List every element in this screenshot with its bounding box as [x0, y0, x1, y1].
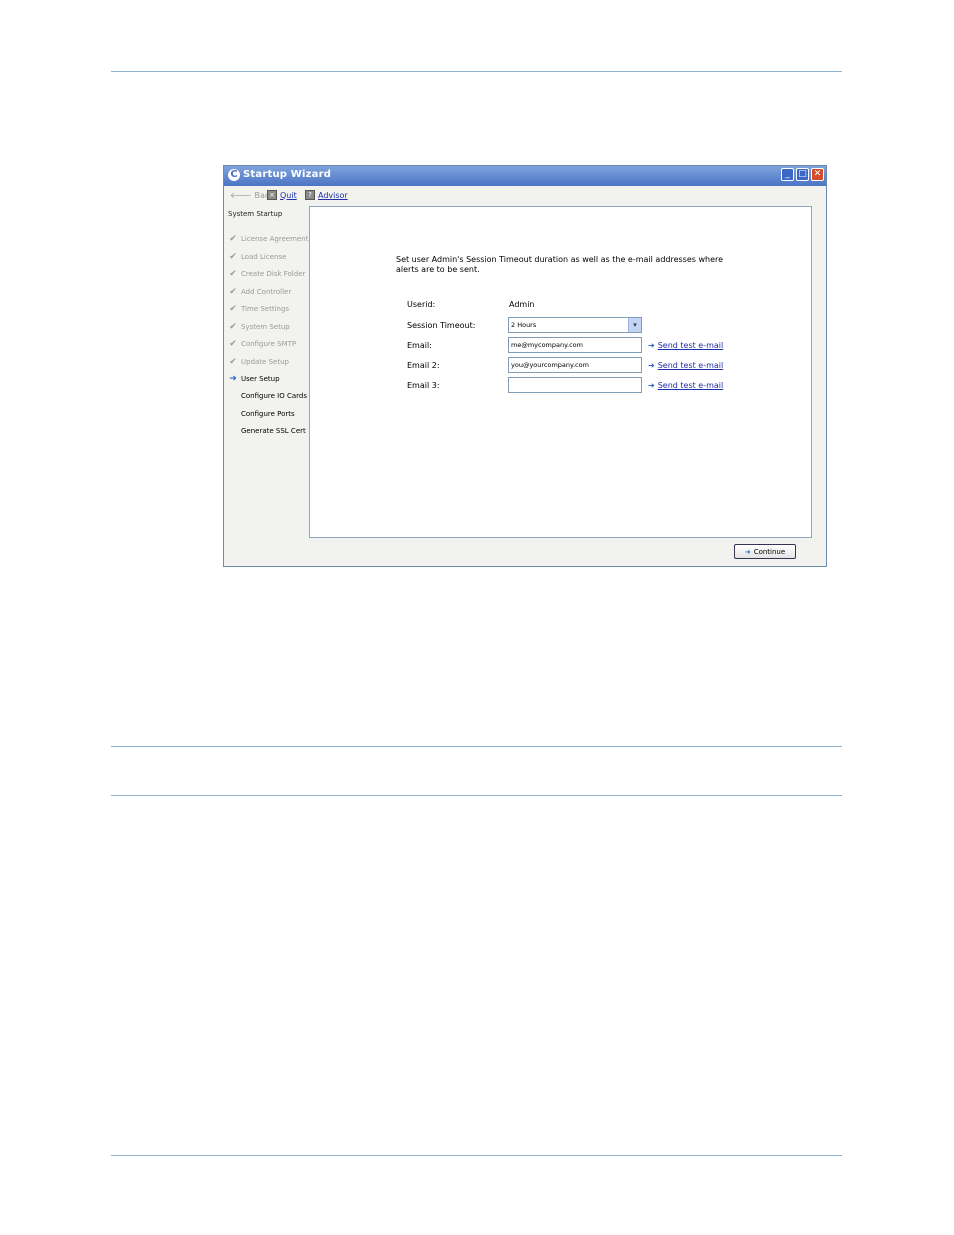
startup-wizard-window: C Startup Wizard _ □ ✕ 🡐 Back × Quit ? A… [223, 165, 827, 567]
sidebar-step-label: Configure IO Cards [241, 392, 307, 400]
sidebar-step-system-setup[interactable]: ✔ System Setup [228, 322, 290, 332]
sidebar-step-user-setup[interactable]: ➜ User Setup [228, 374, 280, 384]
advisor-button[interactable]: ? Advisor [305, 190, 348, 200]
close-button[interactable]: ✕ [811, 168, 824, 181]
check-icon: ✔ [229, 339, 237, 349]
intro-text: Set user Admin's Session Timeout duratio… [396, 255, 724, 274]
arrow-right-icon: ➜ [648, 341, 655, 350]
section-rule-top [111, 746, 842, 747]
sidebar-step-label: Generate SSL Cert [241, 427, 306, 435]
continue-label: Continue [753, 547, 786, 556]
check-icon: ✔ [229, 269, 237, 279]
minimize-button[interactable]: _ [781, 168, 794, 181]
sidebar-step-label: Add Controller [241, 288, 292, 296]
sidebar-step-update-setup[interactable]: ✔ Update Setup [228, 357, 289, 367]
session-timeout-select[interactable]: 2 Hours ▾ [508, 317, 642, 333]
email3-field[interactable] [508, 377, 642, 393]
arrow-right-icon: ➜ [229, 374, 237, 384]
session-timeout-label: Session Timeout: [407, 321, 476, 330]
advisor-icon: ? [305, 190, 315, 200]
check-icon: ✔ [229, 322, 237, 332]
advisor-link[interactable]: Advisor [318, 191, 348, 200]
email2-label: Email 2: [407, 361, 440, 370]
toolbar: 🡐 Back × Quit ? Advisor [224, 187, 826, 205]
sidebar-step-label: License Agreement [241, 235, 309, 243]
sidebar-step-add-controller[interactable]: ✔ Add Controller [228, 287, 291, 297]
send-test-email-link-1[interactable]: Send test e-mail [658, 341, 724, 350]
userid-value: Admin [509, 300, 535, 309]
header-rule [111, 71, 842, 72]
main-panel: Set user Admin's Session Timeout duratio… [309, 206, 812, 538]
email2-field[interactable]: you@yourcompany.com [508, 357, 642, 373]
arrow-right-icon: ➜ [744, 547, 751, 556]
sidebar-step-configure-io-cards[interactable]: Configure IO Cards [228, 392, 307, 400]
sidebar-step-label: Load License [241, 253, 287, 261]
sidebar-step-license-agreement[interactable]: ✔ License Agreement [228, 234, 309, 244]
footer-rule [111, 1155, 842, 1156]
sidebar-step-label: User Setup [241, 375, 280, 383]
back-arrow-icon: 🡐 [230, 191, 252, 200]
sidebar-step-label: Update Setup [241, 358, 289, 366]
sidebar-step-label: Time Settings [241, 305, 290, 313]
sidebar-step-label: Configure SMTP [241, 340, 297, 348]
quit-icon: × [267, 190, 277, 200]
chevron-down-icon[interactable]: ▾ [628, 318, 641, 332]
send-test-email-1[interactable]: ➜ Send test e-mail [648, 341, 723, 350]
app-icon: C [228, 169, 240, 181]
footer-bar: ➜ Continue [309, 539, 812, 566]
quit-button[interactable]: × Quit [267, 190, 297, 200]
sidebar-step-create-disk-folder[interactable]: ✔ Create Disk Folder [228, 269, 305, 279]
maximize-button[interactable]: □ [796, 168, 809, 181]
send-test-email-2[interactable]: ➜ Send test e-mail [648, 361, 723, 370]
section-rule-bottom [111, 795, 842, 796]
title-bar[interactable]: C Startup Wizard _ □ ✕ [224, 166, 826, 186]
session-timeout-value: 2 Hours [511, 321, 537, 329]
sidebar-step-configure-ports[interactable]: Configure Ports [228, 410, 295, 418]
sidebar-step-time-settings[interactable]: ✔ Time Settings [228, 304, 289, 314]
check-icon: ✔ [229, 252, 237, 262]
sidebar-step-configure-smtp[interactable]: ✔ Configure SMTP [228, 339, 296, 349]
sidebar-step-label: Create Disk Folder [241, 270, 306, 278]
quit-link[interactable]: Quit [280, 191, 297, 200]
send-test-email-link-3[interactable]: Send test e-mail [658, 381, 724, 390]
email-label: Email: [407, 341, 432, 350]
check-icon: ✔ [229, 287, 237, 297]
window-title: Startup Wizard [243, 169, 332, 180]
userid-label: Userid: [407, 300, 436, 309]
send-test-email-link-2[interactable]: Send test e-mail [658, 361, 724, 370]
sidebar-step-load-license[interactable]: ✔ Load License [228, 252, 286, 262]
send-test-email-3[interactable]: ➜ Send test e-mail [648, 381, 723, 390]
arrow-right-icon: ➜ [648, 381, 655, 390]
check-icon: ✔ [229, 357, 237, 367]
sidebar-step-label: System Setup [241, 323, 290, 331]
email-field[interactable]: me@mycompany.com [508, 337, 642, 353]
check-icon: ✔ [229, 304, 237, 314]
steps-heading: System Startup [228, 210, 283, 218]
sidebar-step-generate-ssl-cert[interactable]: Generate SSL Cert [228, 427, 306, 435]
email3-label: Email 3: [407, 381, 440, 390]
continue-button[interactable]: ➜ Continue [734, 544, 796, 559]
check-icon: ✔ [229, 234, 237, 244]
sidebar-step-label: Configure Ports [241, 410, 295, 418]
arrow-right-icon: ➜ [648, 361, 655, 370]
